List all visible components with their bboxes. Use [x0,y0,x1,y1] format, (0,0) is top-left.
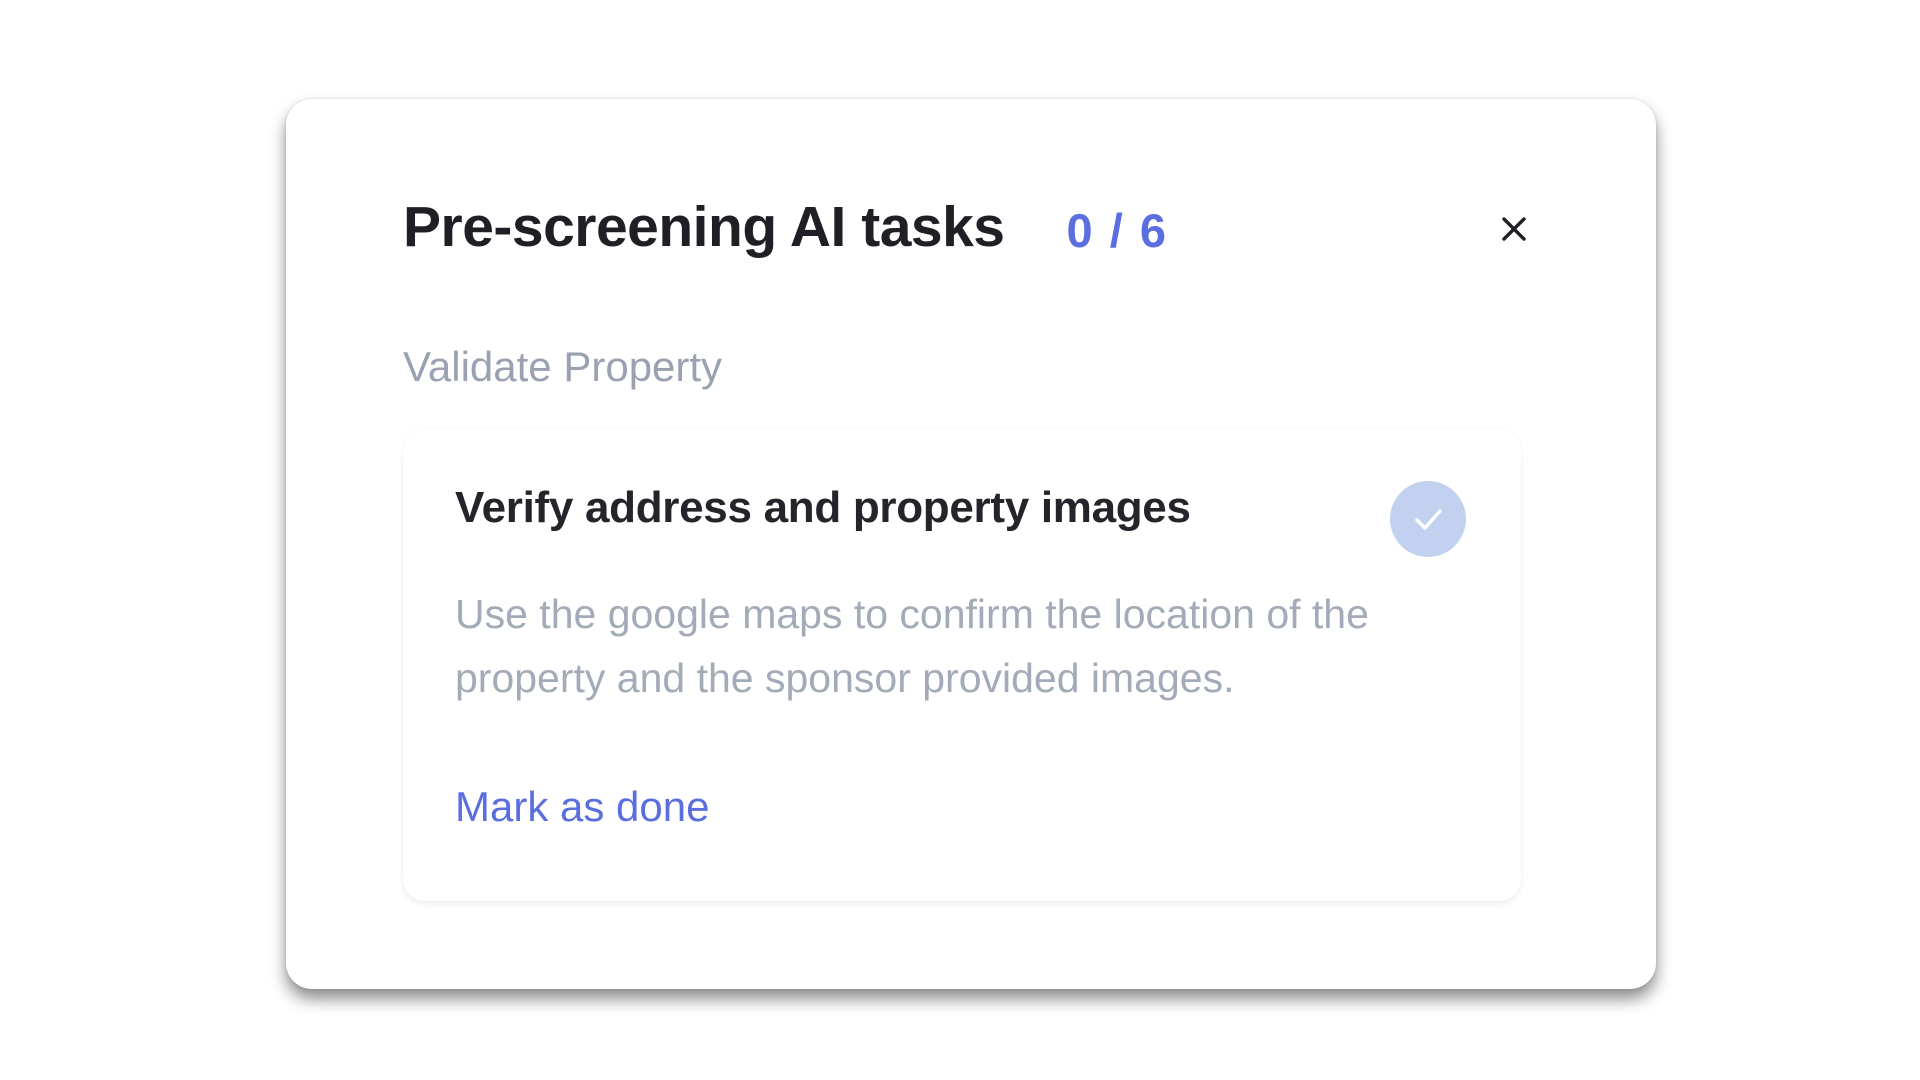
close-button[interactable] [1489,204,1539,254]
task-progress-counter: 0 / 6 [1066,203,1168,257]
section-label: Validate Property [403,343,723,390]
check-icon [1415,509,1442,530]
task-description: Use the google maps to confirm the locat… [455,591,1369,701]
task-complete-toggle[interactable] [1390,481,1466,557]
dialog-title: Pre-screening AI tasks [403,195,1005,259]
pre-screening-dialog: Pre-screening AI tasks 0 / 6 Validate Pr… [286,99,1656,989]
task-card: Verify address and property images Use t… [403,429,1521,901]
close-icon [1502,217,1526,241]
dialog-header: Pre-screening AI tasks 0 / 6 [403,182,1539,272]
mark-as-done-link[interactable]: Mark as done [455,783,709,831]
task-title: Verify address and property images [455,483,1191,532]
